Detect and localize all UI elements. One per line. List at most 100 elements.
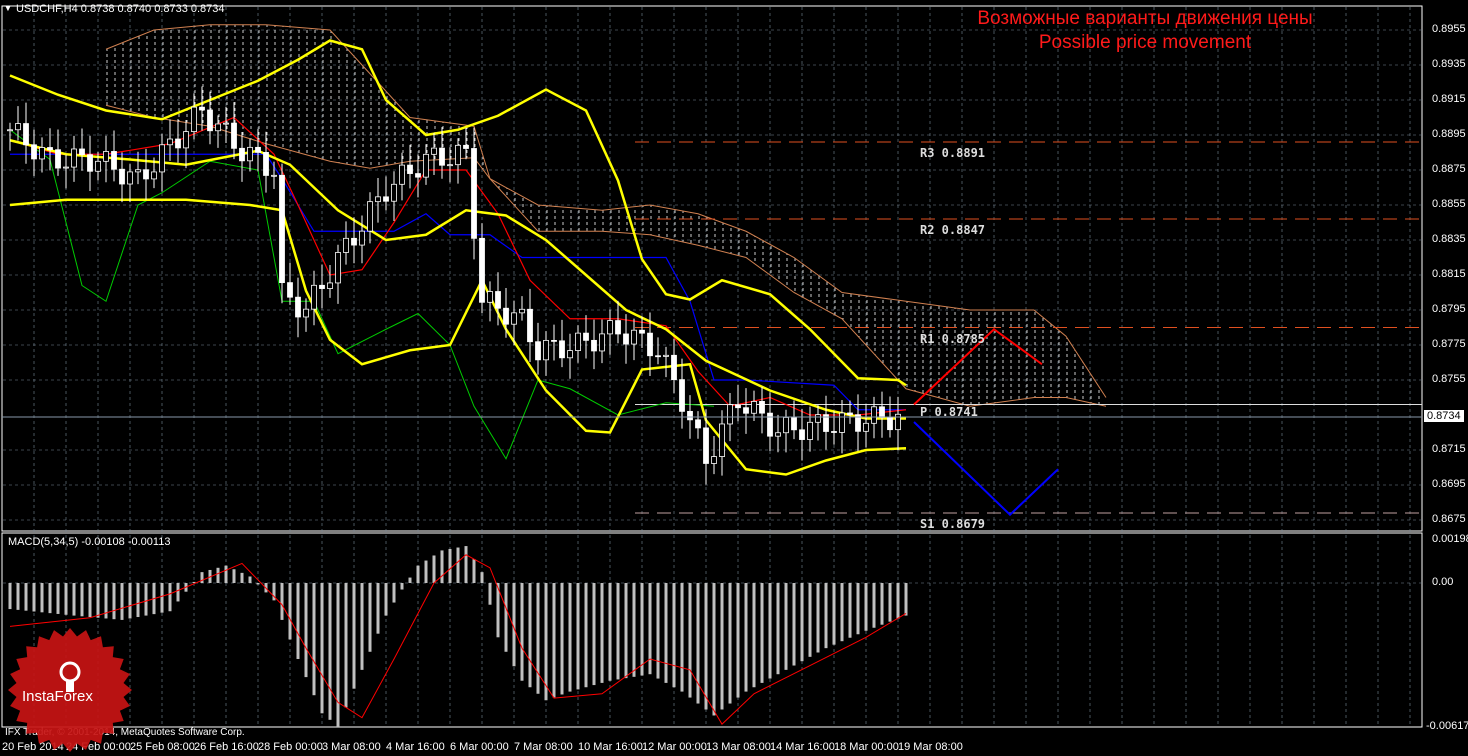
candle-bear xyxy=(679,379,685,412)
candle-bull xyxy=(607,320,613,335)
candle-bull xyxy=(103,151,109,162)
macd-histogram-bar xyxy=(656,583,660,679)
macd-histogram-bar xyxy=(576,583,580,690)
macd-histogram-bar xyxy=(384,583,388,616)
time-axis-label: 26 Feb 16:00 xyxy=(194,741,259,753)
candle-bear xyxy=(791,417,797,431)
title-russian: Возможные варианты движения цены xyxy=(977,8,1313,29)
macd-histogram-bar xyxy=(816,583,820,653)
candle-bear xyxy=(207,109,213,132)
macd-histogram-bar xyxy=(48,583,52,614)
macd-histogram-bar xyxy=(176,583,180,602)
macd-histogram-bar xyxy=(328,583,332,720)
downside-scenario-line xyxy=(913,421,1059,517)
candle-bear xyxy=(231,122,237,149)
candle-bear xyxy=(647,332,653,357)
candle-bull xyxy=(751,401,757,414)
candle-bear xyxy=(47,147,53,151)
macd-histogram-bar xyxy=(216,567,220,583)
macd-histogram-bar xyxy=(504,583,508,652)
pivot-label-r2: R2 0.8847 xyxy=(920,223,986,237)
macd-histogram-bar xyxy=(200,572,204,583)
macd-histogram-bar xyxy=(904,583,908,616)
price-axis-label: 0.8775 xyxy=(1432,338,1466,350)
candle-bear xyxy=(551,339,557,342)
candle-bull xyxy=(151,171,157,180)
macd-histogram-bar xyxy=(744,583,748,692)
pivot-label-s1: S1 0.8679 xyxy=(920,517,986,531)
candle-bear xyxy=(735,404,741,409)
candle-bear xyxy=(319,284,325,289)
candle-bear xyxy=(623,333,629,345)
macd-histogram-bar xyxy=(416,565,420,583)
symbol-header: USDCHF,H4 0.8738 0.8740 0.8733 0.8734 xyxy=(16,3,225,15)
candle-bear xyxy=(175,138,181,149)
macd-histogram-bar xyxy=(224,565,228,583)
time-axis-label: 28 Feb 00:00 xyxy=(258,741,323,753)
macd-histogram-bar xyxy=(296,583,300,660)
candle-bull xyxy=(727,404,733,425)
macd-histogram-bar xyxy=(408,577,412,583)
macd-histogram-bar xyxy=(608,583,612,681)
candle-bull xyxy=(807,421,813,440)
candle-bull xyxy=(39,147,45,160)
macd-histogram-bar xyxy=(560,583,564,695)
time-axis-label: 19 Mar 08:00 xyxy=(898,741,963,753)
candle-bull xyxy=(567,350,573,359)
macd-histogram-bar xyxy=(480,572,484,583)
logo-text: InstaForex xyxy=(22,688,93,705)
pivot-label-p: P 0.8741 xyxy=(920,404,978,419)
candle-bear xyxy=(279,174,285,284)
pivot-label-r3: R3 0.8891 xyxy=(920,146,986,160)
macd-histogram-bar xyxy=(880,583,884,625)
macd-histogram-bar xyxy=(256,583,260,585)
macd-histogram-bar xyxy=(120,583,124,620)
candle-bear xyxy=(743,407,749,414)
candle-bull xyxy=(7,129,13,132)
macd-histogram-bar xyxy=(376,583,380,634)
candle-bull xyxy=(15,123,21,131)
candle-bear xyxy=(655,355,661,358)
candle-bear xyxy=(79,148,85,156)
price-axis-label: 0.8795 xyxy=(1432,303,1466,315)
macd-histogram-bar xyxy=(368,583,372,652)
macd-histogram-bar xyxy=(456,547,460,583)
candle-bear xyxy=(87,154,93,172)
macd-histogram-bar xyxy=(344,583,348,708)
candle-bull xyxy=(783,417,789,434)
macd-histogram-bar xyxy=(728,583,732,704)
candle-bull xyxy=(455,144,461,166)
macd-axis-label: 0.00 xyxy=(1432,576,1454,588)
macd-histogram-bar xyxy=(592,583,596,686)
macd-histogram-bar xyxy=(840,583,844,642)
dropdown-triangle-icon[interactable]: ▼ xyxy=(4,4,12,13)
candle-bear xyxy=(463,144,469,149)
candle-bear xyxy=(239,147,245,162)
macd-histogram-bar xyxy=(392,583,396,603)
candle-bull xyxy=(391,183,397,202)
macd-histogram-bar xyxy=(144,583,148,616)
macd-histogram-bar xyxy=(792,583,796,666)
macd-histogram-bar xyxy=(688,583,692,698)
macd-histogram-bar xyxy=(832,583,836,645)
candle-bear xyxy=(479,237,485,303)
macd-histogram-bar xyxy=(8,583,12,610)
candle-bull xyxy=(663,354,669,357)
macd-histogram-bar xyxy=(624,583,628,679)
macd-histogram-bar xyxy=(288,583,292,640)
chart-canvas[interactable] xyxy=(0,0,1468,756)
candle-bull xyxy=(631,329,637,345)
macd-histogram-bar xyxy=(360,583,364,670)
macd-histogram-bar xyxy=(240,572,244,583)
macd-histogram-bar xyxy=(248,576,252,583)
candle-bull xyxy=(719,423,725,457)
candle-bear xyxy=(687,410,693,421)
macd-histogram-bar xyxy=(544,583,548,701)
candle-bull xyxy=(447,164,453,167)
macd-histogram-bar xyxy=(640,583,644,676)
macd-panel-border xyxy=(1,532,1423,728)
time-axis-label: 18 Mar 00:00 xyxy=(834,741,899,753)
candle-bear xyxy=(415,173,421,178)
candle-bull xyxy=(303,308,309,318)
candle-bull xyxy=(839,412,845,433)
